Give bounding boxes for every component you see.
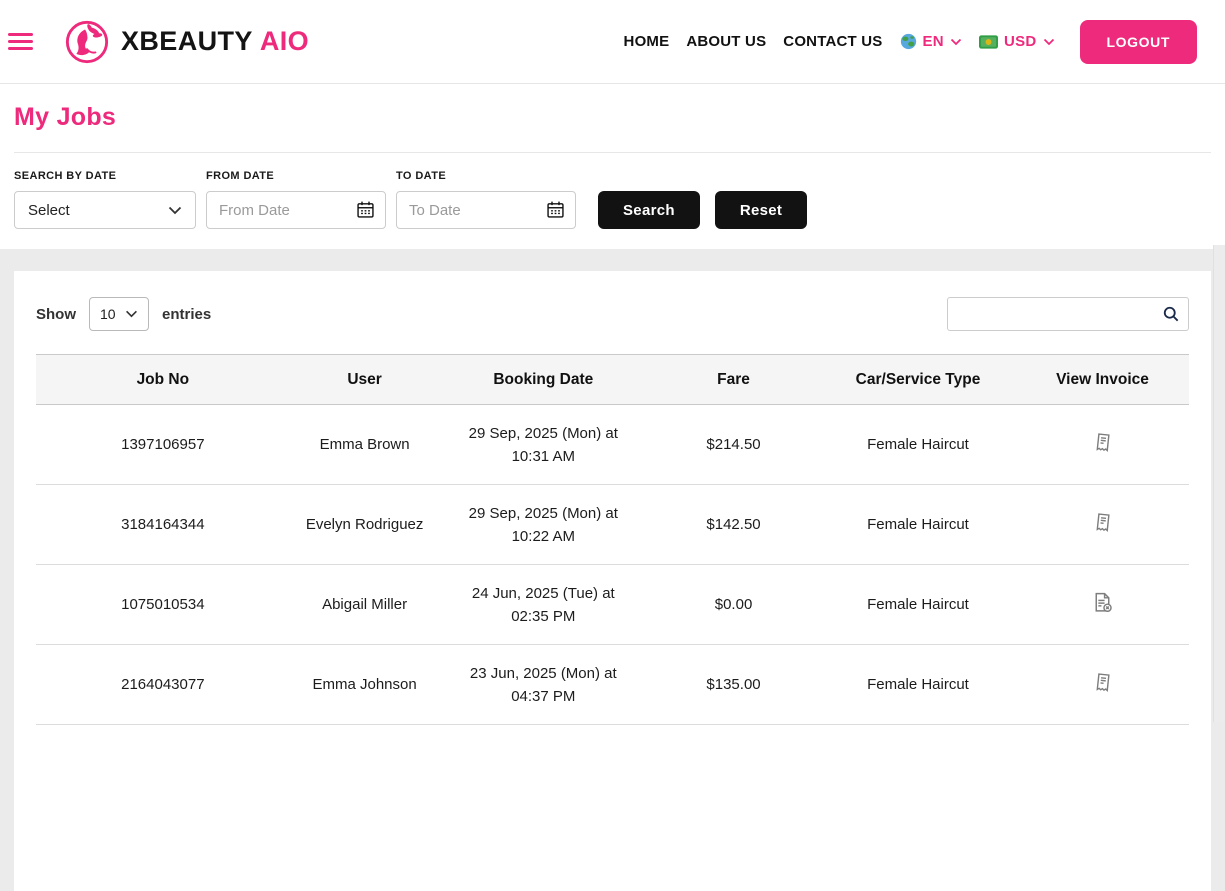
- calendar-icon[interactable]: [355, 199, 376, 220]
- job-no-cell: 1075010534: [36, 565, 290, 645]
- calendar-icon[interactable]: [545, 199, 566, 220]
- filters-section: My Jobs SEARCH BY DATE Select FROM DATE: [0, 84, 1225, 249]
- booking-date-cell: 24 Jun, 2025 (Tue) at 02:35 PM: [440, 565, 648, 645]
- entries-select[interactable]: 10: [89, 297, 149, 331]
- from-date-label: FROM DATE: [206, 170, 386, 182]
- booking-date-cell: 29 Sep, 2025 (Mon) at 10:31 AM: [440, 405, 648, 485]
- job-no-cell: 3184164344: [36, 485, 290, 565]
- column-header-user[interactable]: User: [290, 355, 440, 405]
- column-header-booking-date[interactable]: Booking Date: [440, 355, 648, 405]
- from-date-group: FROM DATE: [206, 170, 386, 229]
- search-by-date-value: Select: [28, 202, 70, 219]
- nav-link-home[interactable]: HOME: [624, 33, 670, 50]
- filter-row: SEARCH BY DATE Select FROM DATE: [14, 170, 1211, 229]
- view-invoice-cell: [1016, 405, 1189, 485]
- service-type-cell: Female Haircut: [820, 565, 1016, 645]
- chevron-down-icon: [950, 38, 962, 46]
- main-nav: HOME ABOUT US CONTACT US EN: [624, 20, 1197, 64]
- user-cell: Evelyn Rodriguez: [290, 485, 440, 565]
- show-label: Show: [36, 306, 76, 323]
- nav-link-about-us[interactable]: ABOUT US: [686, 33, 766, 50]
- booking-date-cell: 23 Jun, 2025 (Mon) at 04:37 PM: [440, 645, 648, 725]
- service-type-cell: Female Haircut: [820, 405, 1016, 485]
- page-title: My Jobs: [14, 84, 1211, 132]
- jobs-table: Job No User Booking Date Fare Car/Servic…: [36, 354, 1189, 725]
- search-by-date-select[interactable]: Select: [14, 191, 196, 229]
- column-header-view-invoice[interactable]: View Invoice: [1016, 355, 1189, 405]
- entries-label: entries: [162, 306, 211, 323]
- view-invoice-cell: [1016, 485, 1189, 565]
- search-button[interactable]: Search: [598, 191, 700, 229]
- user-cell: Emma Johnson: [290, 645, 440, 725]
- logo-icon: [64, 19, 110, 65]
- chevron-down-icon: [125, 310, 138, 318]
- table-search: [947, 297, 1189, 331]
- entries-control: Show 10 entries: [36, 297, 211, 331]
- nav-link-contact-us[interactable]: CONTACT US: [783, 33, 882, 50]
- table-row: 2164043077 Emma Johnson 23 Jun, 2025 (Mo…: [36, 645, 1189, 725]
- entries-select-value: 10: [100, 306, 116, 322]
- fare-cell: $135.00: [647, 645, 820, 725]
- title-divider: [14, 152, 1211, 153]
- job-no-cell: 2164043077: [36, 645, 290, 725]
- hamburger-icon: [8, 33, 33, 36]
- view-invoice-cell: [1016, 565, 1189, 645]
- fare-cell: $214.50: [647, 405, 820, 485]
- invoice-unavailable-icon[interactable]: [1090, 590, 1115, 615]
- search-icon: [1161, 304, 1181, 324]
- table-row: 1397106957 Emma Brown 29 Sep, 2025 (Mon)…: [36, 405, 1189, 485]
- currency-label: USD: [1004, 33, 1037, 50]
- to-date-group: TO DATE: [396, 170, 576, 229]
- table-controls: Show 10 entries: [36, 297, 1189, 331]
- hamburger-menu-button[interactable]: [8, 33, 33, 50]
- language-selector[interactable]: EN: [900, 33, 962, 50]
- money-icon: [979, 35, 998, 49]
- logout-button[interactable]: LOGOUT: [1080, 20, 1197, 64]
- language-label: EN: [923, 33, 944, 50]
- column-header-fare[interactable]: Fare: [647, 355, 820, 405]
- booking-date-cell: 29 Sep, 2025 (Mon) at 10:22 AM: [440, 485, 648, 565]
- column-header-job-no[interactable]: Job No: [36, 355, 290, 405]
- receipt-icon[interactable]: [1091, 431, 1115, 455]
- jobs-table-card: Show 10 entries Job No: [14, 271, 1211, 891]
- table-row: 3184164344 Evelyn Rodriguez 29 Sep, 2025…: [36, 485, 1189, 565]
- service-type-cell: Female Haircut: [820, 645, 1016, 725]
- search-by-date-label: SEARCH BY DATE: [14, 170, 196, 182]
- chevron-down-icon: [1043, 38, 1055, 46]
- brand-name: XBEAUTYAIO: [121, 26, 309, 57]
- table-row: 1075010534 Abigail Miller 24 Jun, 2025 (…: [36, 565, 1189, 645]
- table-header-row: Job No User Booking Date Fare Car/Servic…: [36, 355, 1189, 405]
- scrollbar[interactable]: [1213, 245, 1225, 722]
- receipt-icon[interactable]: [1091, 671, 1115, 695]
- view-invoice-cell: [1016, 645, 1189, 725]
- search-by-date-group: SEARCH BY DATE Select: [14, 170, 196, 229]
- fare-cell: $0.00: [647, 565, 820, 645]
- chevron-down-icon: [168, 206, 182, 215]
- reset-button[interactable]: Reset: [715, 191, 807, 229]
- column-header-service-type[interactable]: Car/Service Type: [820, 355, 1016, 405]
- user-cell: Abigail Miller: [290, 565, 440, 645]
- globe-icon: [900, 33, 917, 50]
- table-search-input[interactable]: [947, 297, 1189, 331]
- user-cell: Emma Brown: [290, 405, 440, 485]
- currency-selector[interactable]: USD: [979, 33, 1055, 50]
- job-no-cell: 1397106957: [36, 405, 290, 485]
- receipt-icon[interactable]: [1091, 511, 1115, 535]
- to-date-label: TO DATE: [396, 170, 576, 182]
- top-header: XBEAUTYAIO HOME ABOUT US CONTACT US EN: [0, 0, 1225, 84]
- service-type-cell: Female Haircut: [820, 485, 1016, 565]
- fare-cell: $142.50: [647, 485, 820, 565]
- brand-logo[interactable]: XBEAUTYAIO: [64, 19, 309, 65]
